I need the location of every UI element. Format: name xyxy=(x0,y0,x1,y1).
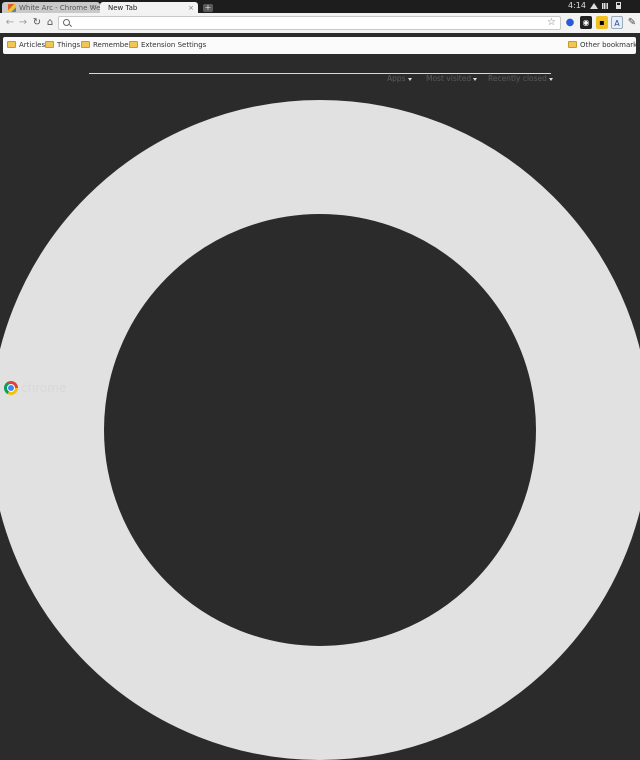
ntp-menu-most-visited[interactable]: Most visited xyxy=(426,74,478,84)
mic-icon[interactable]: ● xyxy=(564,16,576,29)
wifi-icon[interactable] xyxy=(590,3,598,9)
bookmark-articles[interactable]: Articles xyxy=(7,40,45,51)
search-icon xyxy=(63,19,70,26)
signal-icon[interactable] xyxy=(602,3,608,9)
chrome-logo-icon xyxy=(4,381,18,395)
chevron-down-icon xyxy=(548,77,553,81)
bookmark-other[interactable]: Other bookmarks xyxy=(568,40,640,51)
clock[interactable]: 4:14 xyxy=(568,1,586,11)
toolbar: ← → ↻ ⌂ ☆ ● ◉ ▪ A ✎ xyxy=(0,13,640,33)
wrench-icon[interactable]: ✎ xyxy=(626,16,638,29)
omnibox[interactable]: ☆ xyxy=(58,16,561,30)
menu-label: Recently closed xyxy=(488,74,547,83)
extension-icon[interactable]: ▪ xyxy=(596,16,608,29)
bookmark-things[interactable]: Things xyxy=(45,40,80,51)
forward-icon[interactable]: → xyxy=(17,17,29,29)
folder-icon xyxy=(129,40,138,48)
tab-strip: White Arc - Chrome We... × New Tab × + 4… xyxy=(0,0,640,14)
white-arc-background xyxy=(0,100,640,760)
camera-extension-icon[interactable]: ◉ xyxy=(580,16,592,29)
bookmarks-bar: Articles Things Remember Extension Setti… xyxy=(3,37,640,54)
bookmark-extension-settings[interactable]: Extension Settings xyxy=(129,40,206,51)
chevron-down-icon xyxy=(407,77,412,81)
chevron-down-icon xyxy=(473,77,478,81)
bookmark-label: Remember xyxy=(93,41,132,49)
folder-icon xyxy=(568,40,577,48)
folder-icon xyxy=(7,40,16,48)
chrome-wordmark: chrome xyxy=(21,381,67,395)
omnibox-input[interactable] xyxy=(73,17,533,29)
home-icon[interactable]: ⌂ xyxy=(44,17,56,29)
battery-icon[interactable] xyxy=(616,2,621,9)
bookmark-label: Other bookmarks xyxy=(580,41,640,49)
bookmark-label: Things xyxy=(57,41,81,49)
bookmark-label: Extension Settings xyxy=(141,41,207,49)
star-icon[interactable]: ☆ xyxy=(547,17,556,29)
back-icon[interactable]: ← xyxy=(4,17,16,29)
tab-title: White Arc - Chrome We... xyxy=(19,4,100,12)
menu-label: Most visited xyxy=(426,74,472,83)
folder-icon xyxy=(45,40,54,48)
ntp-menu-apps[interactable]: Apps xyxy=(387,74,412,84)
translate-extension-icon[interactable]: A xyxy=(611,16,623,29)
folder-icon xyxy=(81,40,90,48)
bookmark-remember[interactable]: Remember xyxy=(81,40,131,51)
ntp-divider xyxy=(89,73,551,74)
new-tab-icon[interactable]: + xyxy=(203,4,213,12)
tab-title: New Tab xyxy=(108,4,138,12)
ntp-menu-recently-closed[interactable]: Recently closed xyxy=(488,74,553,84)
bookmark-label: Articles xyxy=(19,41,46,49)
favicon-icon xyxy=(8,4,16,12)
menu-label: Apps xyxy=(387,74,406,83)
reload-icon[interactable]: ↻ xyxy=(31,17,43,29)
